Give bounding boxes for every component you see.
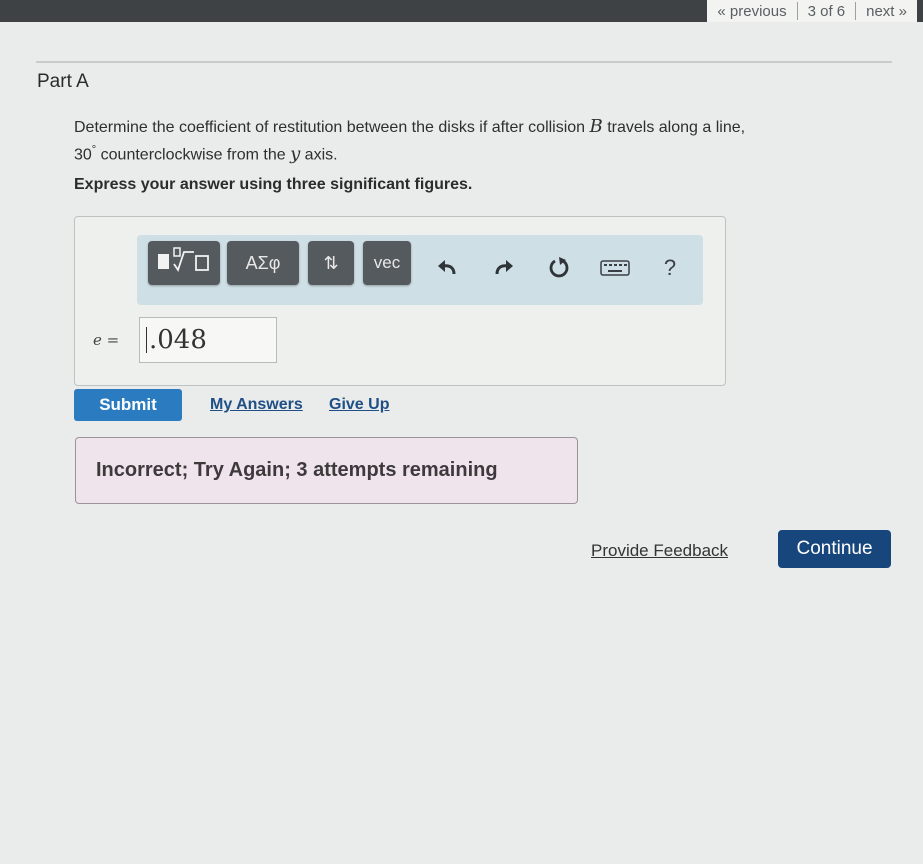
templates-icon xyxy=(154,246,214,281)
provide-feedback-link[interactable]: Provide Feedback xyxy=(591,541,728,561)
answer-input[interactable]: .048 xyxy=(139,317,277,363)
previous-link[interactable]: « previous xyxy=(707,0,796,22)
my-answers-link[interactable]: My Answers xyxy=(210,396,303,414)
part-title: Part A xyxy=(37,71,89,92)
feedback-text: Incorrect; Try Again; 3 attempts remaini… xyxy=(96,459,498,481)
question-text: Determine the coefficient of restitution… xyxy=(74,116,874,166)
page-position: 3 of 6 xyxy=(807,2,846,20)
help-button[interactable]: ? xyxy=(657,255,683,281)
greek-symbols-button[interactable]: ΑΣφ xyxy=(227,241,299,285)
text-caret xyxy=(146,327,147,353)
variable-y: y xyxy=(290,143,301,165)
keyboard-icon[interactable] xyxy=(600,255,630,281)
section-divider xyxy=(36,61,892,63)
undo-icon[interactable] xyxy=(434,255,460,281)
question-text-part: Determine the coefficient of restitution… xyxy=(74,119,590,136)
top-bar: « previous 3 of 6 next » xyxy=(0,0,923,22)
reset-icon[interactable] xyxy=(546,255,572,281)
question-text-part: travels along a line, xyxy=(602,119,746,136)
arrows-button[interactable]: ⇅ xyxy=(308,241,354,285)
templates-button[interactable] xyxy=(148,241,220,285)
question-text-part: counterclockwise from the xyxy=(96,146,291,164)
angle-value: 30 xyxy=(74,146,92,164)
question-text-part: axis. xyxy=(300,146,338,164)
give-up-link[interactable]: Give Up xyxy=(329,396,389,414)
math-toolbar: ΑΣφ ⇅ vec ? xyxy=(137,235,703,305)
submit-button[interactable]: Submit xyxy=(74,389,182,421)
vector-button[interactable]: vec xyxy=(363,241,411,285)
instruction: Express your answer using three signific… xyxy=(74,176,473,193)
answer-variable-label: e = xyxy=(93,331,120,349)
variable-b: B xyxy=(589,116,603,137)
next-link[interactable]: next » xyxy=(856,0,917,22)
redo-icon[interactable] xyxy=(491,255,517,281)
continue-button[interactable]: Continue xyxy=(778,530,891,568)
feedback-message: Incorrect; Try Again; 3 attempts remaini… xyxy=(75,437,578,504)
answer-box: ΑΣφ ⇅ vec ? e = .048 xyxy=(74,216,726,386)
answer-value: .048 xyxy=(149,325,207,355)
pager: « previous 3 of 6 next » xyxy=(707,0,917,22)
